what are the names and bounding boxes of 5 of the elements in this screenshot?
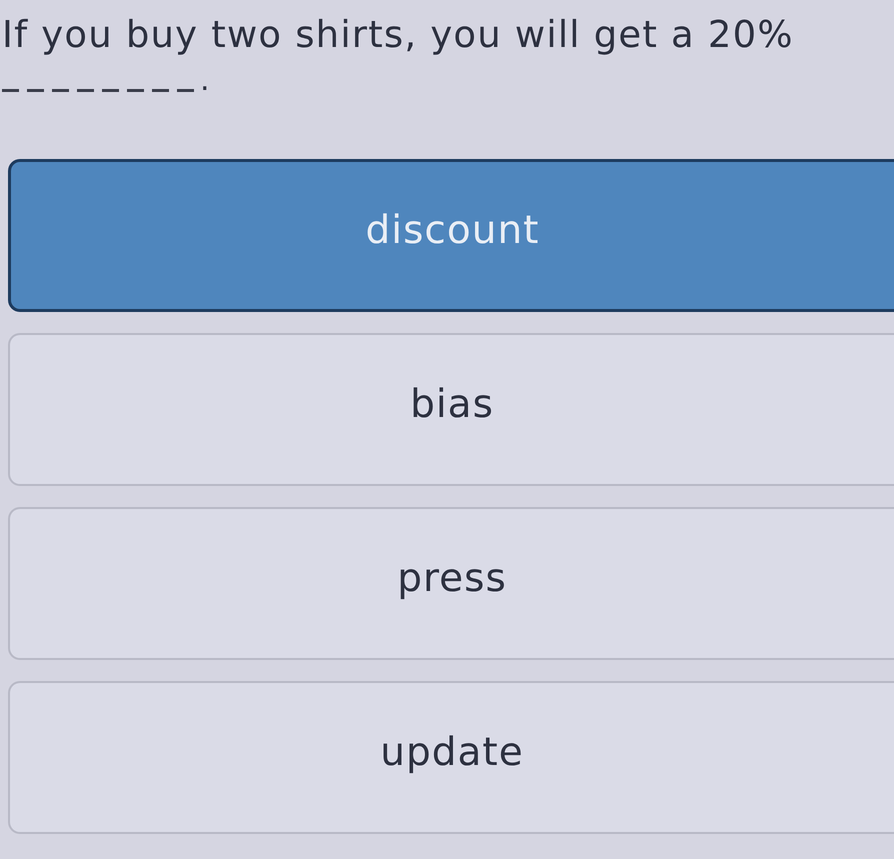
answer-option[interactable]: update — [8, 681, 894, 834]
answer-option[interactable]: bias — [8, 333, 894, 486]
question-text: If you buy two shirts, you will get a 20% — [2, 12, 795, 58]
punctuation: . — [200, 64, 210, 98]
answer-option[interactable]: press — [8, 507, 894, 660]
